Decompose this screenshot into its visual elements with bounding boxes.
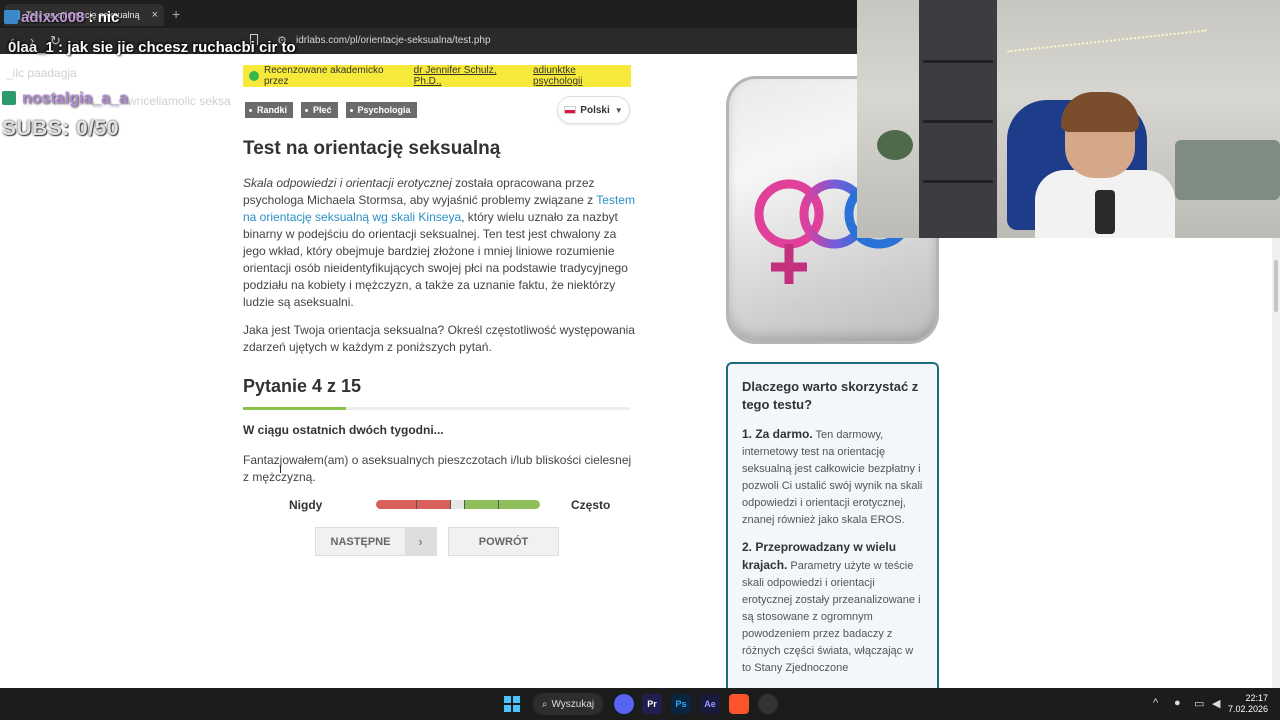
scale-tick bbox=[464, 500, 465, 509]
back-button[interactable]: POWRÓT bbox=[448, 527, 559, 556]
taskbar-clock[interactable]: 22:17 7.02.2026 bbox=[1228, 693, 1268, 715]
chat-badge-icon bbox=[4, 10, 18, 24]
chevron-down-icon: ▼ bbox=[614, 105, 623, 115]
question-counter: Pytanie 4 z 15 bbox=[243, 376, 362, 396]
scale-tick bbox=[498, 500, 499, 509]
chat-fading-text: wriceliamolic seksa bbox=[128, 94, 231, 108]
volume-icon[interactable]: ◀ bbox=[1212, 697, 1220, 710]
why-point-1-text: Ten darmowy, internetowy test na orienta… bbox=[742, 429, 923, 526]
shelf-row bbox=[923, 120, 993, 123]
text-cursor-icon: I bbox=[279, 464, 283, 476]
taskbar-search[interactable]: ⌕ Wyszukaj bbox=[533, 693, 603, 715]
microphone-icon[interactable]: ● bbox=[1174, 697, 1181, 709]
scrollbar-thumb[interactable] bbox=[1274, 260, 1278, 312]
intro-emphasis: Skala odpowiedzi i orientacji erotycznej bbox=[243, 176, 452, 190]
question-progress-bar bbox=[243, 407, 630, 410]
shelf-row bbox=[923, 60, 993, 63]
answer-scale[interactable] bbox=[376, 500, 540, 509]
chat-message-2: 0laa_1 : jak sie jie chcesz ruchacbi cir… bbox=[8, 39, 296, 56]
why-point-2-text: Parametry użyte w teście skali odpowiedz… bbox=[742, 560, 921, 674]
tag-plec[interactable]: Płeć bbox=[301, 102, 338, 118]
poland-flag-icon bbox=[564, 106, 577, 114]
tag-list: Randki Płeć Psychologia bbox=[245, 102, 417, 118]
windows-taskbar bbox=[0, 688, 1280, 720]
why-point-1-title: 1. Za darmo. bbox=[742, 427, 813, 441]
clock-date: 7.02.2026 bbox=[1228, 704, 1269, 714]
network-icon[interactable]: ▭ bbox=[1194, 697, 1204, 710]
scale-tick bbox=[416, 500, 417, 509]
photoshop-icon[interactable]: Ps bbox=[671, 694, 691, 714]
scale-min-label: Nigdy bbox=[289, 498, 323, 512]
review-prefix: Recenzowane akademicko przez bbox=[264, 65, 384, 87]
shelf-row bbox=[923, 180, 993, 183]
chat-username: adixx008 bbox=[21, 9, 85, 26]
review-role-link[interactable]: adiunktke psychologii bbox=[533, 65, 628, 87]
screen: Test na orientację seksualną × + ‹ › ↻ ⚙… bbox=[0, 0, 1280, 720]
streamer-hair bbox=[1061, 92, 1139, 132]
subs-goal-counter: SUBS: 0/50 bbox=[2, 117, 120, 140]
chat-username: 0laa_1 bbox=[8, 39, 54, 56]
check-icon bbox=[249, 71, 259, 81]
question-statement: Fantazjowałem(am) o aseksualnych pieszcz… bbox=[243, 453, 632, 484]
review-author-link[interactable]: dr Jennifer Schulz, Ph.D., bbox=[414, 65, 527, 87]
chevron-right-icon: › bbox=[405, 528, 436, 555]
page-title: Test na orientację seksualną bbox=[243, 138, 501, 159]
next-button-label: NASTĘPNE bbox=[330, 535, 391, 548]
why-title: Dlaczego warto skorzystać z tego testu? bbox=[742, 379, 919, 412]
search-label: Wyszukaj bbox=[551, 698, 595, 710]
why-point-1: 1. Za darmo. Ten darmowy, internetowy te… bbox=[742, 426, 923, 529]
academic-review-banner: Recenzowane akademicko przez dr Jennifer… bbox=[243, 65, 631, 87]
scale-segment-green[interactable] bbox=[465, 500, 540, 509]
scale-segment-neutral[interactable] bbox=[451, 500, 465, 509]
bookshelf bbox=[919, 0, 997, 238]
tag-randki[interactable]: Randki bbox=[245, 102, 294, 118]
url-text[interactable]: idrlabs.com/pl/orientacje-seksualna/test… bbox=[296, 35, 491, 46]
language-label: Polski bbox=[580, 104, 610, 116]
plant bbox=[877, 130, 913, 160]
windows-start-icon[interactable] bbox=[504, 696, 520, 712]
brave-browser-icon[interactable] bbox=[729, 694, 749, 714]
webcam-overlay bbox=[857, 0, 1280, 238]
next-button[interactable]: NASTĘPNE › bbox=[315, 527, 437, 556]
scale-tick bbox=[450, 500, 451, 509]
clock-time: 22:17 bbox=[1245, 693, 1268, 703]
scale-max-label: Często bbox=[571, 498, 611, 512]
discord-icon[interactable] bbox=[614, 694, 634, 714]
microphone bbox=[1095, 190, 1115, 234]
chat-message-3: nostalgia_a_a bbox=[2, 90, 128, 108]
obs-icon[interactable] bbox=[758, 694, 778, 714]
after-effects-icon[interactable]: Ae bbox=[700, 694, 720, 714]
chat-badge-icon bbox=[2, 91, 16, 105]
tab-close-icon[interactable]: × bbox=[152, 9, 158, 21]
chat-text: : jak sie jie chcesz ruchacbi cir to bbox=[53, 39, 296, 56]
language-selector[interactable]: Polski ▼ bbox=[557, 96, 630, 124]
chat-fading-text: _ilc paadagja bbox=[6, 66, 77, 80]
new-tab-button[interactable]: + bbox=[172, 6, 180, 22]
tag-psychologia[interactable]: Psychologia bbox=[345, 102, 417, 118]
premiere-icon[interactable]: Pr bbox=[642, 694, 662, 714]
chat-text: : nic bbox=[84, 9, 120, 26]
intro-text-2: , który wielu uznało za nazbyt binarny w… bbox=[243, 210, 628, 309]
why-point-2: 2. Przeprowadzany w wielu krajach. Param… bbox=[742, 539, 923, 677]
chat-username: nostalgia_a_a bbox=[22, 90, 128, 107]
bed bbox=[1175, 140, 1280, 200]
search-icon: ⌕ bbox=[541, 698, 548, 710]
question-prompt: Jaka jest Twoja orientacja seksualna? Ok… bbox=[243, 323, 635, 354]
question-subheading: W ciągu ostatnich dwóch tygodni... bbox=[243, 423, 444, 437]
chat-message-1: adixx008 : nic bbox=[4, 9, 119, 26]
question-progress-fill bbox=[243, 407, 347, 410]
scale-segment-red[interactable] bbox=[376, 500, 451, 509]
why-take-test-panel: Dlaczego warto skorzystać z tego testu? … bbox=[726, 362, 939, 702]
intro-paragraph: Skala odpowiedzi i orientacji erotycznej… bbox=[243, 175, 635, 311]
fairy-lights bbox=[1007, 29, 1207, 53]
chevron-up-icon[interactable]: ^ bbox=[1153, 697, 1158, 709]
